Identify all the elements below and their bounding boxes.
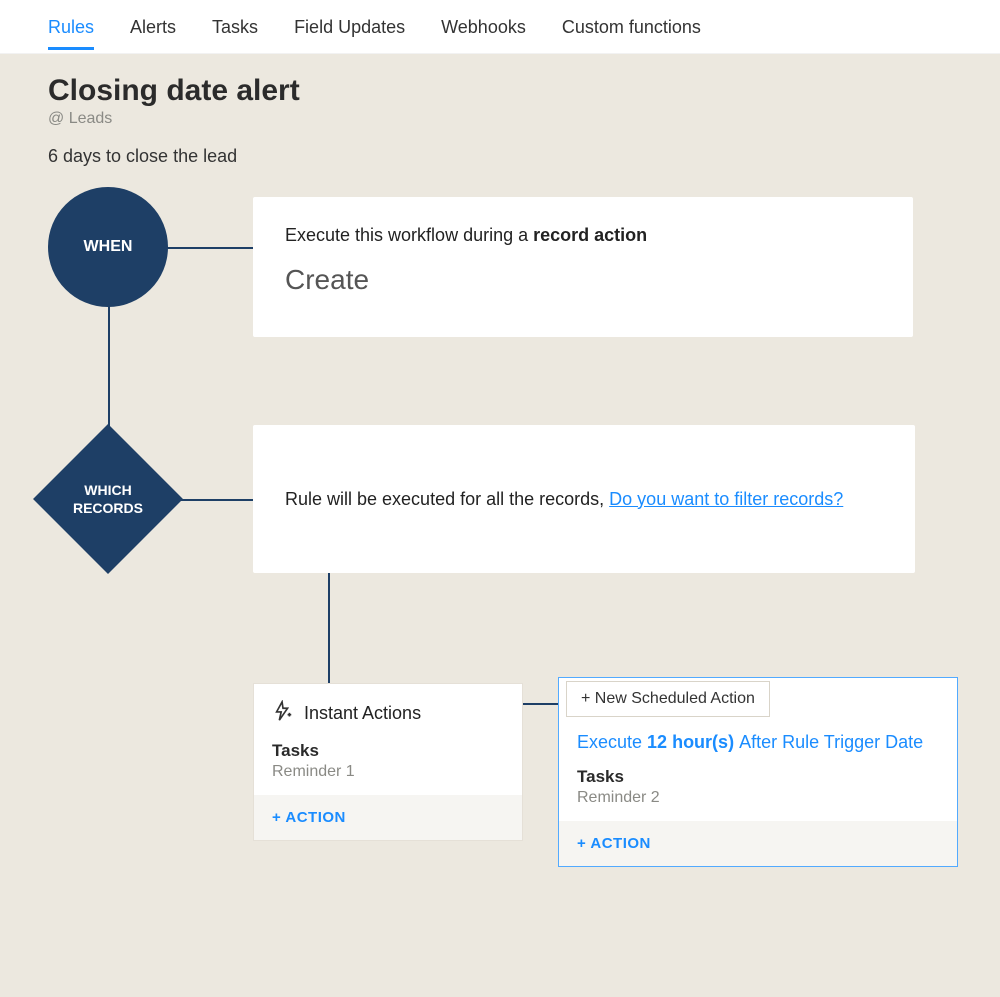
filter-records-link[interactable]: Do you want to filter records? bbox=[609, 489, 843, 509]
tab-custom-functions[interactable]: Custom functions bbox=[562, 3, 701, 50]
when-action-type: Create bbox=[285, 264, 881, 296]
instant-actions-card[interactable]: Instant Actions Tasks Reminder 1 + ACTIO… bbox=[253, 683, 523, 841]
tasks-label: Tasks bbox=[272, 741, 504, 761]
when-node: WHEN bbox=[48, 187, 168, 307]
which-records-node: WHICH RECORDS bbox=[33, 424, 183, 574]
scheduled-tasks-label: Tasks bbox=[577, 767, 939, 787]
tab-rules[interactable]: Rules bbox=[48, 3, 94, 50]
new-scheduled-action-button[interactable]: + New Scheduled Action bbox=[566, 681, 770, 717]
tab-field-updates[interactable]: Field Updates bbox=[294, 3, 405, 50]
tab-tasks[interactable]: Tasks bbox=[212, 3, 258, 50]
scheduled-execute-label: Execute 12 hour(s) After Rule Trigger Da… bbox=[577, 732, 939, 753]
rule-description: 6 days to close the lead bbox=[48, 146, 952, 167]
when-text: Execute this workflow during a record ac… bbox=[285, 225, 881, 246]
add-action-button[interactable]: + ACTION bbox=[254, 795, 522, 840]
scheduled-add-action-button[interactable]: + ACTION bbox=[559, 821, 957, 866]
connector bbox=[328, 573, 330, 683]
when-text-bold: record action bbox=[533, 225, 647, 245]
connector bbox=[178, 499, 253, 501]
connector bbox=[523, 703, 558, 705]
which-records-text: Rule will be executed for all the record… bbox=[285, 489, 609, 509]
which-records-label: WHICH RECORDS bbox=[33, 424, 183, 574]
tab-bar: Rules Alerts Tasks Field Updates Webhook… bbox=[0, 0, 1000, 54]
sched-exec-prefix: Execute bbox=[577, 732, 647, 752]
connector bbox=[163, 247, 253, 249]
when-text-prefix: Execute this workflow during a bbox=[285, 225, 533, 245]
which-records-card[interactable]: Rule will be executed for all the record… bbox=[253, 425, 915, 573]
sched-exec-bold: 12 hour(s) bbox=[647, 732, 739, 752]
instant-actions-title: Instant Actions bbox=[304, 703, 421, 724]
tab-alerts[interactable]: Alerts bbox=[130, 3, 176, 50]
workflow-canvas: WHEN Execute this workflow during a reco… bbox=[48, 187, 952, 957]
task-reminder-2[interactable]: Reminder 2 bbox=[577, 789, 939, 807]
page-title: Closing date alert bbox=[48, 74, 952, 108]
module-label: @ Leads bbox=[48, 110, 952, 128]
when-label: WHEN bbox=[84, 238, 133, 256]
when-card[interactable]: Execute this workflow during a record ac… bbox=[253, 197, 913, 337]
sched-exec-suffix: After Rule Trigger Date bbox=[739, 732, 923, 752]
lightning-icon bbox=[272, 700, 294, 727]
task-reminder-1[interactable]: Reminder 1 bbox=[272, 763, 504, 781]
tab-webhooks[interactable]: Webhooks bbox=[441, 3, 526, 50]
